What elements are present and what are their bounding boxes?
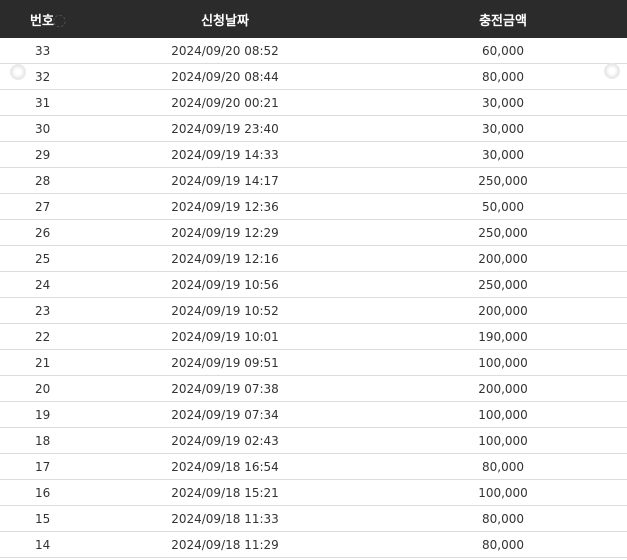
row-date: 2024/09/18 11:33 <box>171 511 279 526</box>
row-number: 18 <box>35 433 51 448</box>
table-row: 19 2024/09/19 07:34 100,000 <box>0 402 627 428</box>
row-amount: 200,000 <box>478 303 528 318</box>
row-date: 2024/09/18 15:21 <box>171 485 279 500</box>
row-date: 2024/09/18 16:54 <box>171 459 279 474</box>
row-amount: 30,000 <box>482 147 524 162</box>
table-row: 26 2024/09/19 12:29 250,000 <box>0 220 627 246</box>
row-number: 14 <box>35 537 51 552</box>
row-number: 33 <box>35 43 51 58</box>
row-date: 2024/09/19 12:29 <box>171 225 279 240</box>
row-amount: 80,000 <box>482 69 524 84</box>
row-date: 2024/09/19 07:34 <box>171 407 279 422</box>
table-row: 27 2024/09/19 12:36 50,000 <box>0 194 627 220</box>
table-row: 32 2024/09/20 08:44 80,000 <box>0 64 627 90</box>
row-date: 2024/09/19 02:43 <box>171 433 279 448</box>
table-row: 29 2024/09/19 14:33 30,000 <box>0 142 627 168</box>
row-amount: 100,000 <box>478 433 528 448</box>
row-amount: 80,000 <box>482 537 524 552</box>
row-date: 2024/09/19 10:56 <box>171 277 279 292</box>
row-number: 16 <box>35 485 51 500</box>
table-row: 24 2024/09/19 10:56 250,000 <box>0 272 627 298</box>
row-number: 22 <box>35 329 51 344</box>
row-amount: 200,000 <box>478 251 528 266</box>
row-date: 2024/09/19 14:17 <box>171 173 279 188</box>
table-row: 30 2024/09/19 23:40 30,000 <box>0 116 627 142</box>
table-row: 25 2024/09/19 12:16 200,000 <box>0 246 627 272</box>
row-date: 2024/09/19 07:38 <box>171 381 279 396</box>
row-amount: 250,000 <box>478 173 528 188</box>
row-amount: 30,000 <box>482 121 524 136</box>
row-number: 29 <box>35 147 51 162</box>
table-body: 33 2024/09/20 08:52 60,000 32 2024/09/20 08:… <box>0 38 627 558</box>
row-number: 28 <box>35 173 51 188</box>
row-number: 26 <box>35 225 51 240</box>
row-number: 31 <box>35 95 51 110</box>
watermark-logo-icon: ◌ <box>48 8 70 32</box>
row-date: 2024/09/19 14:33 <box>171 147 279 162</box>
row-date: 2024/09/19 10:52 <box>171 303 279 318</box>
header-date: 신청날짜 <box>201 13 249 29</box>
table-row: 15 2024/09/18 11:33 80,000 <box>0 506 627 532</box>
row-number: 25 <box>35 251 51 266</box>
row-date: 2024/09/19 12:36 <box>171 199 279 214</box>
row-date: 2024/09/18 11:29 <box>171 537 279 552</box>
table-row: 22 2024/09/19 10:01 190,000 <box>0 324 627 350</box>
row-number: 23 <box>35 303 51 318</box>
row-amount: 190,000 <box>478 329 528 344</box>
row-number: 20 <box>35 381 51 396</box>
row-date: 2024/09/19 10:01 <box>171 329 279 344</box>
row-number: 21 <box>35 355 51 370</box>
charge-history-table: 번호 신청날짜 충전금액 ◌ 33 2024/09/20 08:52 60,000 3… <box>0 0 627 558</box>
row-amount: 250,000 <box>478 225 528 240</box>
row-number: 17 <box>35 459 51 474</box>
row-date: 2024/09/19 23:40 <box>171 121 279 136</box>
row-amount: 250,000 <box>478 277 528 292</box>
table-row: 14 2024/09/18 11:29 80,000 <box>0 532 627 558</box>
row-number: 27 <box>35 199 51 214</box>
row-date: 2024/09/19 12:16 <box>171 251 279 266</box>
table-row: 33 2024/09/20 08:52 60,000 <box>0 38 627 64</box>
row-amount: 100,000 <box>478 355 528 370</box>
row-date: 2024/09/20 08:52 <box>171 43 279 58</box>
table-row: 20 2024/09/19 07:38 200,000 <box>0 376 627 402</box>
table-row: 23 2024/09/19 10:52 200,000 <box>0 298 627 324</box>
table-row: 28 2024/09/19 14:17 250,000 <box>0 168 627 194</box>
table-row: 31 2024/09/20 00:21 30,000 <box>0 90 627 116</box>
row-number: 19 <box>35 407 51 422</box>
row-number: 24 <box>35 277 51 292</box>
watermark-badge-icon <box>604 63 620 79</box>
watermark-badge-icon <box>10 64 26 80</box>
row-date: 2024/09/19 09:51 <box>171 355 279 370</box>
row-amount: 80,000 <box>482 459 524 474</box>
row-amount: 50,000 <box>482 199 524 214</box>
table-header: 번호 신청날짜 충전금액 ◌ <box>0 0 627 38</box>
row-amount: 100,000 <box>478 407 528 422</box>
row-number: 30 <box>35 121 51 136</box>
row-amount: 200,000 <box>478 381 528 396</box>
table-row: 16 2024/09/18 15:21 100,000 <box>0 480 627 506</box>
table-row: 21 2024/09/19 09:51 100,000 <box>0 350 627 376</box>
row-amount: 80,000 <box>482 511 524 526</box>
row-amount: 60,000 <box>482 43 524 58</box>
table-row: 18 2024/09/19 02:43 100,000 <box>0 428 627 454</box>
table-row: 17 2024/09/18 16:54 80,000 <box>0 454 627 480</box>
header-amount: 충전금액 <box>479 13 527 29</box>
row-date: 2024/09/20 08:44 <box>171 69 279 84</box>
row-date: 2024/09/20 00:21 <box>171 95 279 110</box>
row-amount: 100,000 <box>478 485 528 500</box>
row-number: 15 <box>35 511 51 526</box>
row-amount: 30,000 <box>482 95 524 110</box>
